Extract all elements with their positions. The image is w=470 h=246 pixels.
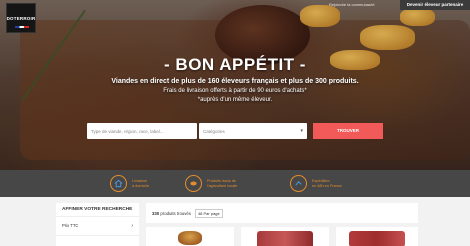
filter-row[interactable] [56, 235, 139, 246]
hero-shipping-text: Frais de livraison offerts à partir de 9… [163, 88, 307, 94]
feature-shipping: Expédition en 48h en France [290, 175, 367, 192]
feature-local: Produits issus de l'agriculture locale [185, 175, 262, 192]
hero-footnote: *auprès d'un même éleveur. [197, 97, 273, 103]
hero-subtitle: Viandes en direct de plus de 160 éleveur… [111, 78, 359, 85]
feature-delivery: Livraison à domicile [110, 175, 187, 192]
results-count-text: produits trouvés [160, 210, 191, 216]
search-input[interactable]: Type de viande, région, race, label... [87, 123, 197, 139]
hero-banner: Rejoindre la communauté Devenir éleveur … [0, 0, 470, 170]
filter-title: AFFINER VOTRE RECHERCHE [56, 203, 139, 217]
feature-line: à domicile [132, 183, 150, 188]
category-select[interactable]: Catégories ▾ [199, 123, 307, 139]
leaf-icon [185, 175, 202, 192]
search-placeholder: Type de viande, région, race, label... [91, 128, 164, 134]
become-partner-button[interactable]: Devenir éleveur partenaire [400, 0, 470, 10]
chevron-right-icon: › [131, 223, 133, 229]
hero-title: - BON APPÉTIT - [164, 55, 306, 74]
category-label: Catégories [203, 128, 225, 134]
community-link[interactable]: Rejoindre la communauté [329, 2, 375, 7]
logo-text: DOTERROIR [6, 15, 36, 21]
french-flag-icon [15, 26, 29, 28]
filter-panel: AFFINER VOTRE RECHERCHE Prix TTC › [56, 203, 139, 246]
feature-line: l'agriculture locale [207, 183, 238, 188]
per-page-select[interactable]: 48 Par page [194, 208, 223, 218]
hero-overlay [0, 0, 470, 170]
product-image [257, 231, 313, 246]
truck-icon [290, 175, 307, 192]
results-panel: 330 produits trouvés 48 Par page [146, 203, 418, 246]
product-card[interactable] [146, 227, 234, 246]
product-image [178, 231, 202, 245]
filter-price-label: Prix TTC [62, 223, 79, 228]
top-bar: Rejoindre la communauté Devenir éleveur … [0, 0, 470, 10]
product-image [349, 231, 405, 246]
product-card[interactable] [241, 227, 329, 246]
features-bar: Livraison à domicile Produits issus de l… [0, 170, 470, 197]
product-card[interactable] [336, 227, 418, 246]
home-icon [110, 175, 127, 192]
chevron-down-icon: ▾ [300, 128, 303, 134]
results-bar: 330 produits trouvés 48 Par page [146, 203, 418, 223]
logo[interactable]: DOTERROIR [6, 3, 36, 33]
search-button[interactable]: TROUVER [313, 123, 383, 139]
feature-line: en 48h en France [312, 183, 342, 188]
results-count: 330 [152, 210, 160, 216]
filter-price[interactable]: Prix TTC › [56, 217, 139, 235]
